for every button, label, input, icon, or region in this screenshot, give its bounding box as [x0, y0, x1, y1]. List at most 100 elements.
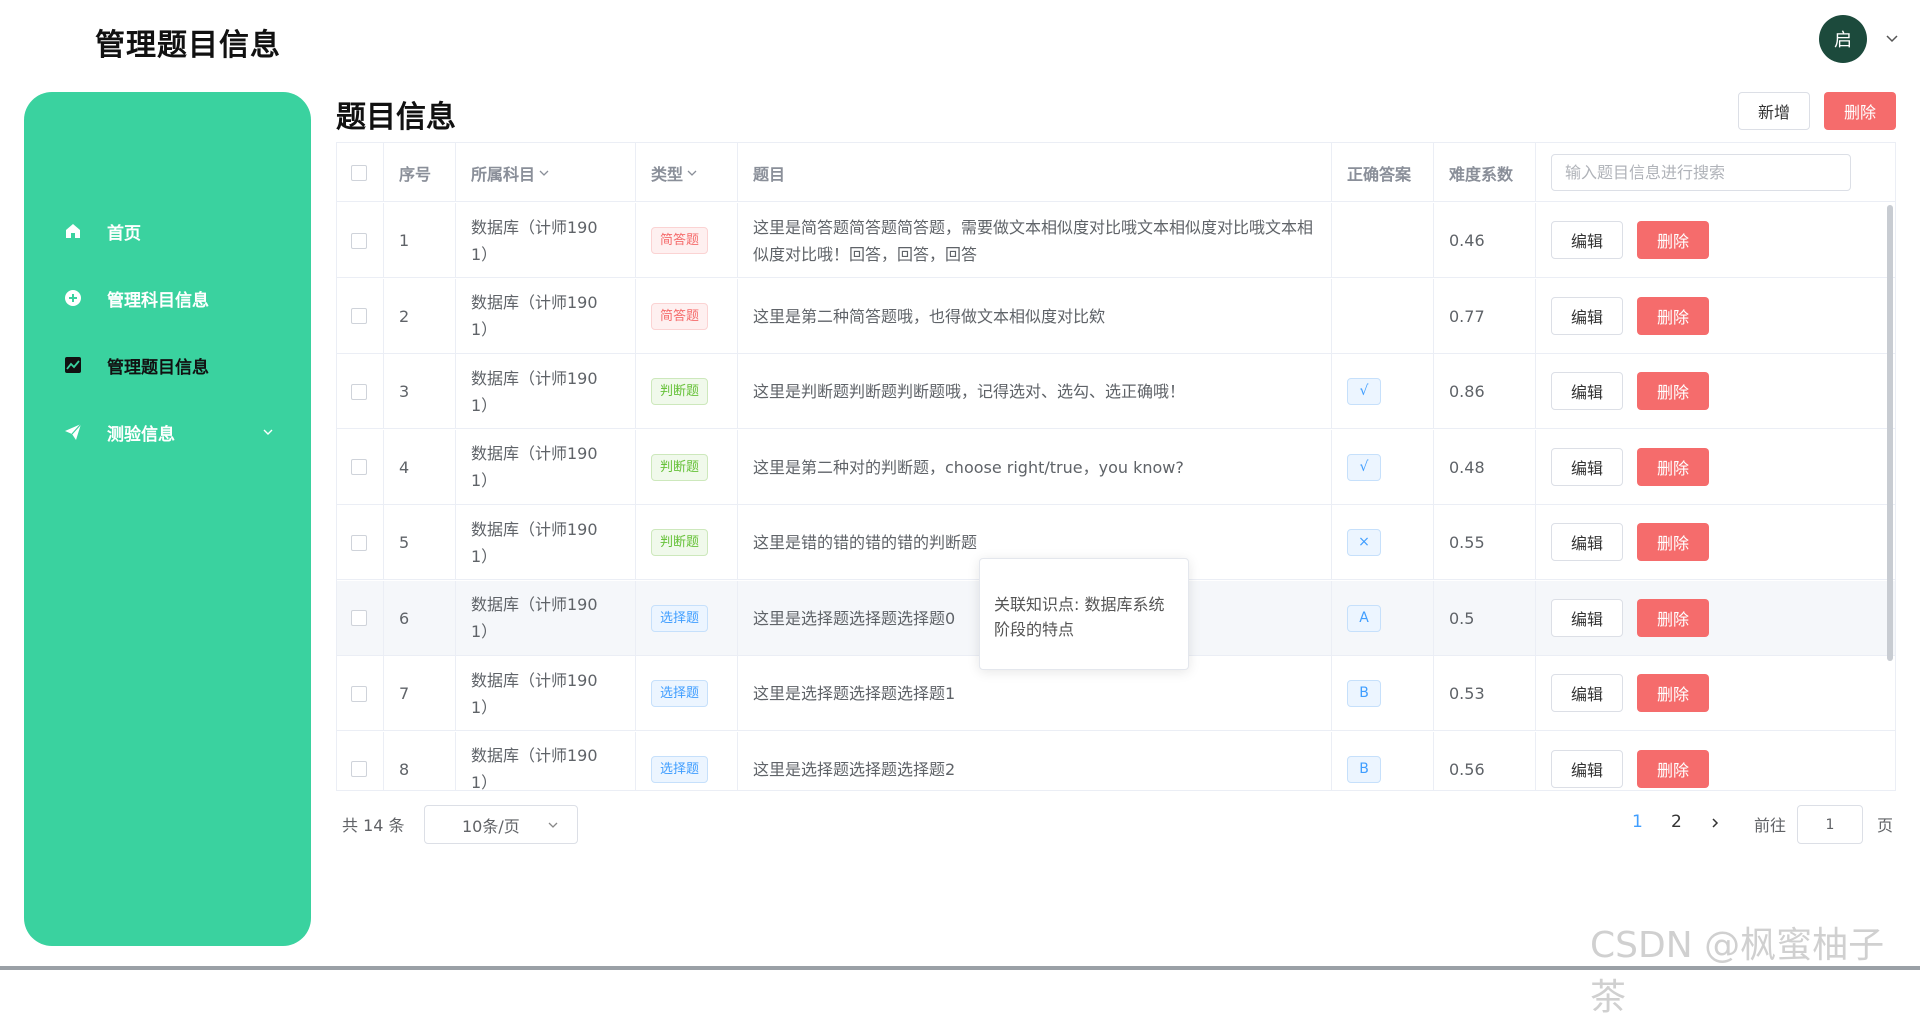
row-type: 判断题 [636, 354, 738, 429]
search-input[interactable] [1551, 154, 1851, 191]
edit-button[interactable]: 编辑 [1551, 523, 1623, 561]
row-subject: 数据库（计师190 1） [456, 278, 636, 354]
table-row[interactable]: 8 数据库（计师190 1） 选择题 这里是选择题选择题选择题2 B 0.56 编辑 删除 [337, 731, 1895, 791]
row-type: 判断题 [636, 429, 738, 505]
sidebar-item-home[interactable]: 首页 [24, 203, 311, 259]
row-question[interactable]: 这里是第二种对的判断题，choose right/true，you know? [738, 429, 1332, 505]
row-subject-text: 数据库（计师190 1） [471, 595, 598, 641]
row-no: 2 [384, 278, 456, 354]
row-difficulty: 0.46 [1434, 203, 1536, 278]
select-all-checkbox[interactable] [351, 164, 367, 181]
row-check-cell [337, 203, 384, 278]
row-type: 选择题 [636, 656, 738, 731]
table-row[interactable]: 1 数据库（计师190 1） 简答题 这里是简答题简答题简答题，需要做文本相似度对比哦… [337, 203, 1895, 278]
row-question[interactable]: 这里是第二种简答题哦，也得做文本相似度对比欸 [738, 278, 1332, 354]
type-tag: 选择题 [651, 604, 709, 632]
home-icon [66, 224, 80, 238]
sidebar-item-questions[interactable]: 管理题目信息 [24, 337, 311, 393]
row-type: 简答题 [636, 203, 738, 278]
row-checkbox[interactable] [351, 761, 367, 777]
row-answer: A [1332, 580, 1434, 656]
row-difficulty: 0.48 [1434, 429, 1536, 505]
row-subject: 数据库（计师190 1） [456, 429, 636, 505]
row-type: 简答题 [636, 278, 738, 354]
table-scrollbar[interactable] [1887, 205, 1893, 661]
bulk-delete-button[interactable]: 删除 [1824, 92, 1896, 130]
delete-button[interactable]: 删除 [1637, 598, 1709, 637]
row-no: 3 [384, 354, 456, 429]
delete-button[interactable]: 删除 [1637, 523, 1709, 561]
row-type: 判断题 [636, 505, 738, 580]
sidebar-item-subjects[interactable]: 管理科目信息 [24, 270, 311, 326]
row-checkbox[interactable] [351, 383, 367, 400]
edit-button[interactable]: 编辑 [1551, 296, 1623, 335]
row-check-cell [337, 656, 384, 731]
row-no: 4 [384, 429, 456, 505]
row-type: 选择题 [636, 731, 738, 790]
row-checkbox[interactable] [351, 459, 367, 475]
sidebar-item-tests[interactable]: 测验信息 [24, 404, 311, 460]
chevron-down-icon[interactable] [686, 167, 698, 179]
table-row[interactable]: 4 数据库（计师190 1） 判断题 这里是第二种对的判断题，choose right… [337, 429, 1895, 505]
row-question[interactable]: 这里是判断题判断题判断题哦，记得选对、选勾、选正确哦！ [738, 354, 1332, 429]
row-answer: B [1332, 731, 1434, 790]
header-question: 题目 [738, 143, 1332, 202]
type-tag: 选择题 [651, 680, 709, 707]
table-row[interactable]: 2 数据库（计师190 1） 简答题 这里是第二种简答题哦，也得做文本相似度对比欸 0.… [337, 278, 1895, 354]
header-type[interactable]: 类型 [636, 143, 738, 202]
row-checkbox[interactable] [351, 232, 367, 249]
row-checkbox[interactable] [351, 610, 367, 626]
row-checkbox[interactable] [351, 685, 367, 702]
row-no: 6 [384, 580, 456, 656]
row-difficulty: 0.55 [1434, 505, 1536, 580]
avatar[interactable]: 启 [1819, 15, 1867, 63]
row-subject-text: 数据库（计师190 1） [471, 746, 598, 791]
edit-button[interactable]: 编辑 [1551, 598, 1623, 637]
page-1-button[interactable]: 1 [1632, 812, 1643, 832]
add-button[interactable]: 新增 [1738, 92, 1810, 130]
sidebar-item-label: 管理题目信息 [107, 358, 209, 378]
type-tag: 简答题 [651, 302, 709, 330]
row-checkbox[interactable] [351, 308, 367, 324]
delete-button[interactable]: 删除 [1637, 674, 1709, 712]
chevron-down-icon[interactable] [262, 426, 274, 438]
edit-button[interactable]: 编辑 [1551, 221, 1623, 259]
delete-button[interactable]: 删除 [1637, 372, 1709, 410]
sidebar-item-label: 测验信息 [107, 425, 175, 445]
chevron-down-icon[interactable] [1884, 30, 1900, 46]
table-row[interactable]: 3 数据库（计师190 1） 判断题 这里是判断题判断题判断题哦，记得选对、选勾、选正… [337, 354, 1895, 429]
edit-button[interactable]: 编辑 [1551, 372, 1623, 410]
answer-tag: A [1347, 604, 1381, 632]
row-question[interactable]: 这里是选择题选择题选择题2 [738, 731, 1332, 790]
row-question-text: 这里是第二种对的判断题，choose right/true，you know? [753, 457, 1184, 477]
plus-circle-icon [65, 290, 81, 306]
goto-page-input[interactable] [1797, 805, 1863, 844]
knowledge-tooltip: 关联知识点: 数据库系统阶段的特点 [979, 558, 1189, 670]
row-subject-text: 数据库（计师190 1） [471, 293, 598, 339]
delete-button[interactable]: 删除 [1637, 296, 1709, 335]
edit-button[interactable]: 编辑 [1551, 674, 1623, 712]
answer-tag: × [1347, 529, 1381, 556]
row-subject-text: 数据库（计师190 1） [471, 217, 598, 264]
chart-icon [65, 357, 81, 373]
page-size-value: 10条/页 [462, 816, 520, 836]
row-subject-text: 数据库（计师190 1） [471, 368, 598, 415]
edit-button[interactable]: 编辑 [1551, 749, 1623, 788]
row-difficulty: 0.53 [1434, 656, 1536, 731]
goto-label: 前往 [1754, 816, 1787, 835]
window-bottom-edge [0, 966, 1920, 970]
row-subject: 数据库（计师190 1） [456, 505, 636, 580]
row-question[interactable]: 这里是简答题简答题简答题，需要做文本相似度对比哦文本相似度对比哦文本相似度对比哦… [738, 203, 1332, 278]
chevron-right-icon[interactable] [1708, 816, 1722, 830]
row-check-cell [337, 505, 384, 580]
header-subject[interactable]: 所属科目 [456, 143, 636, 202]
delete-button[interactable]: 删除 [1637, 221, 1709, 259]
edit-button[interactable]: 编辑 [1551, 447, 1623, 486]
page-2-button[interactable]: 2 [1671, 812, 1682, 832]
delete-button[interactable]: 删除 [1637, 447, 1709, 486]
row-checkbox[interactable] [351, 534, 367, 551]
row-subject: 数据库（计师190 1） [456, 656, 636, 731]
delete-button[interactable]: 删除 [1637, 749, 1709, 788]
chevron-down-icon[interactable] [538, 167, 550, 179]
page-size-select[interactable]: 10条/页 [424, 805, 578, 844]
